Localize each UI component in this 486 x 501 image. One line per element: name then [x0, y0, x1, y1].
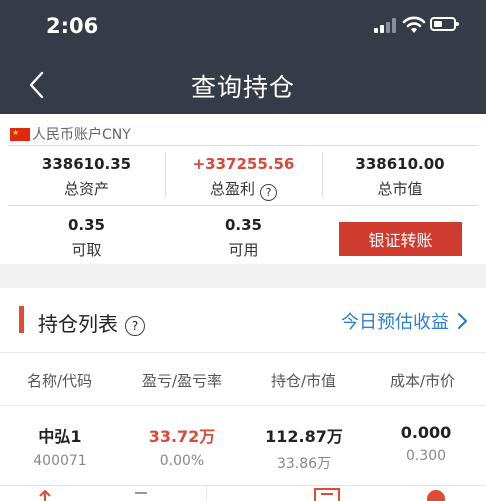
total-assets-label: 总资产: [63, 180, 109, 198]
holding-price: 0.300: [405, 448, 447, 464]
withdrawable: 0.35 可取: [8, 216, 165, 260]
column-header: 盈亏/盈亏率: [142, 372, 223, 390]
battery-icon: [430, 17, 459, 31]
more-icon[interactable]: [425, 488, 447, 501]
divider: [8, 145, 478, 146]
holding-pnl: 33.72万: [148, 427, 216, 446]
holding-name-cell: 中弘1 400071: [0, 423, 120, 469]
available-label: 可用: [228, 241, 259, 259]
withdrawable-label: 可取: [71, 241, 102, 259]
holding-code: 400071: [33, 453, 87, 469]
holding-position-cell: 112.87万 33.86万: [244, 423, 364, 473]
account-currency: 人民币账户CNY: [32, 127, 131, 143]
help-icon[interactable]: ?: [125, 316, 145, 336]
app-header: 2:06 查询持仓: [0, 0, 486, 114]
holdings-title: 持仓列表: [38, 312, 118, 336]
available-value: 0.35: [224, 216, 262, 234]
status-time: 2:06: [46, 14, 99, 38]
holding-pnl-rate: 0.00%: [159, 453, 205, 469]
divider: [8, 205, 478, 206]
total-assets-value: 338610.35: [41, 155, 132, 173]
record-icon[interactable]: [314, 488, 340, 501]
withdrawable-value: 0.35: [67, 216, 105, 234]
bank-securities-transfer-button[interactable]: 银证转账: [339, 222, 462, 256]
section-accent: [19, 306, 24, 333]
holding-pnl-cell: 33.72万 0.00%: [122, 423, 242, 469]
holdings-title-wrap: 持仓列表?: [38, 308, 145, 337]
column-header: 成本/市价: [390, 372, 456, 390]
holding-market-value: 33.86万: [276, 456, 332, 472]
market-value-value: 338610.00: [355, 155, 445, 173]
china-flag-icon: ★: [10, 127, 30, 141]
buy-icon[interactable]: [36, 490, 54, 501]
total-profit: +337255.56 总盈利?: [165, 155, 322, 201]
holding-name: 中弘1: [38, 427, 82, 446]
holding-position: 112.87万: [265, 427, 343, 446]
cellular-signal-icon: [374, 17, 398, 33]
account-label: ★ 人民币账户CNY: [10, 124, 131, 144]
total-profit-label: 总盈利: [209, 180, 255, 198]
wifi-icon: [402, 16, 426, 33]
total-assets: 338610.35 总资产: [8, 155, 165, 199]
today-forecast-link[interactable]: 今日预估收益: [341, 308, 468, 334]
column-header: 名称/代码: [27, 372, 93, 390]
available: 0.35 可用: [165, 216, 322, 260]
forecast-label: 今日预估收益: [341, 312, 449, 333]
bottom-action-bar: [0, 485, 486, 501]
help-icon[interactable]: ?: [260, 184, 277, 201]
market-value-label: 总市值: [377, 180, 423, 198]
sell-icon[interactable]: [132, 490, 150, 501]
holdings-header: 名称/代码 盈亏/盈亏率 持仓/市值 成本/市价: [0, 352, 486, 406]
chevron-right-icon: [457, 312, 468, 330]
column-header: 持仓/市值: [271, 372, 337, 390]
divider: [206, 486, 207, 501]
page-title: 查询持仓: [190, 73, 295, 102]
holding-cost-cell: 0.000 0.300: [366, 423, 486, 464]
market-value: 338610.00 总市值: [322, 155, 478, 199]
total-profit-value: +337255.56: [192, 155, 295, 173]
holding-cost: 0.000: [400, 423, 452, 442]
